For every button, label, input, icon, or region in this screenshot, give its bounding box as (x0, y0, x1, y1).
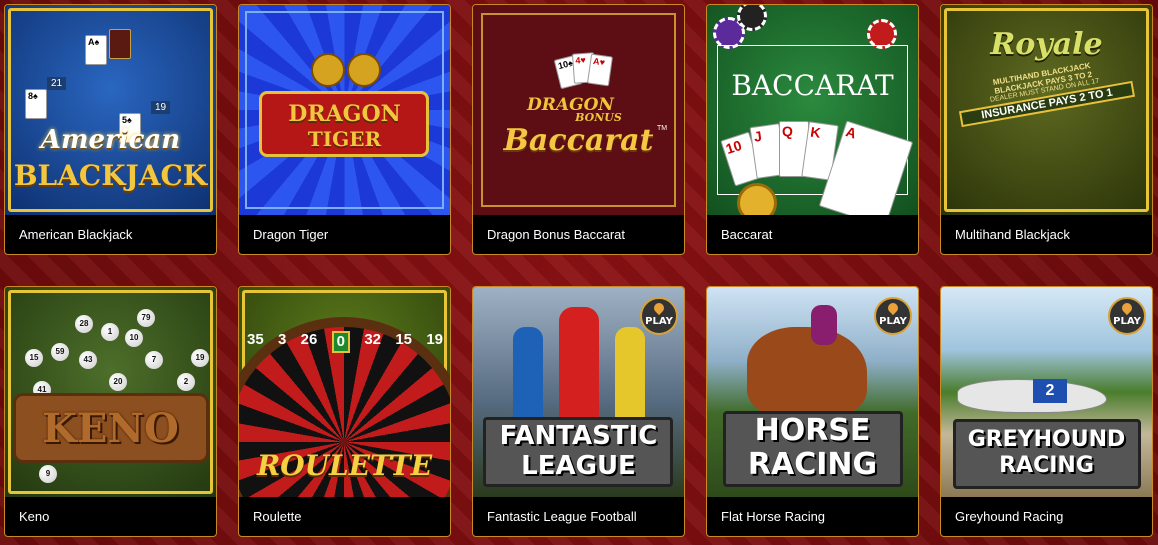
game-title[interactable]: Dragon Bonus Baccarat (473, 215, 684, 254)
keno-ball-icon: 1 (101, 323, 119, 341)
game-card-dragon-tiger[interactable]: DRAGON TIGER Dragon Tiger (238, 4, 451, 255)
card-icon: A♠ (85, 35, 107, 65)
keno-ball-icon: 59 (51, 343, 69, 361)
game-logo-line: RACING (747, 447, 878, 482)
wheel-number: 32 (364, 331, 381, 348)
game-logo-line: HORSE (754, 413, 871, 448)
game-card-flat-horse-racing[interactable]: PLAY HORSE RACING Flat Horse Racing (706, 286, 919, 537)
game-card-baccarat[interactable]: BACCARAT 10 J Q K A Baccarat (706, 4, 919, 255)
jockey-icon (811, 305, 837, 345)
keno-ball-icon: 43 (79, 351, 97, 369)
game-thumbnail[interactable]: PLAY 2 GREYHOUND RACING (941, 287, 1152, 497)
game-title[interactable]: Fantastic League Football (473, 497, 684, 536)
play-badge-icon: PLAY (1108, 297, 1146, 335)
keno-ball-icon: 7 (145, 351, 163, 369)
wheel-number-strip: 35 3 26 0 32 15 19 (247, 331, 443, 353)
keno-ball-icon: 79 (137, 309, 155, 327)
game-logo-line: BACCARAT (731, 69, 894, 102)
wheel-number: 0 (331, 331, 350, 353)
game-card-keno[interactable]: 28 1 10 79 15 59 43 19 2 7 41 20 9 KENO … (4, 286, 217, 537)
game-thumbnail[interactable]: DRAGON TIGER (239, 5, 450, 215)
game-thumbnail[interactable]: PLAY HORSE RACING (707, 287, 918, 497)
keno-ball-icon: 9 (39, 465, 57, 483)
card-back-icon (109, 29, 131, 59)
wheel-number: 15 (395, 331, 412, 348)
game-thumbnail[interactable]: Royale MULTIHAND BLACKJACK BLACKJACK PAY… (941, 5, 1152, 215)
card-icon: 8♠ (25, 89, 47, 119)
game-thumbnail[interactable]: 10♠ 4♥ A♥ DRAGON BONUS Baccarat TM (473, 5, 684, 215)
trademark-text: TM (657, 125, 668, 132)
game-logo-line: DRAGON (288, 101, 401, 127)
chip-icon (737, 5, 767, 31)
wheel-number: 35 (247, 331, 264, 348)
game-card-dragon-bonus-baccarat[interactable]: 10♠ 4♥ A♥ DRAGON BONUS Baccarat TM Drago… (472, 4, 685, 255)
game-logo-line: BLACKJACK (13, 159, 208, 192)
game-card-roulette[interactable]: 35 3 26 0 32 15 19 ROULETTE Roulette (238, 286, 451, 537)
game-logo-line: Baccarat (503, 123, 654, 158)
keno-ball-icon: 10 (125, 329, 143, 347)
greyhound-icon (957, 379, 1107, 413)
player-figure (513, 327, 543, 427)
game-title[interactable]: Multihand Blackjack (941, 215, 1152, 254)
wheel-number: 26 (300, 331, 318, 348)
game-thumbnail[interactable]: 28 1 10 79 15 59 43 19 2 7 41 20 9 KENO (5, 287, 216, 497)
game-thumbnail[interactable]: 35 3 26 0 32 15 19 ROULETTE (239, 287, 450, 497)
keno-ball-icon: 2 (177, 373, 195, 391)
table-number: 19 (151, 101, 171, 114)
game-title[interactable]: American Blackjack (5, 215, 216, 254)
game-title[interactable]: Greyhound Racing (941, 497, 1152, 536)
game-card-fantastic-league-football[interactable]: PLAY FANTASTIC LEAGUE Fantastic League F… (472, 286, 685, 537)
card-icon: A♥ (587, 53, 613, 87)
game-title[interactable]: Roulette (239, 497, 450, 536)
game-logo-line: KENO (42, 405, 179, 452)
player-figure (559, 307, 599, 427)
game-logo-line: GREYHOUND (967, 427, 1126, 452)
gold-coin-icon (737, 183, 777, 215)
game-logo-line: ROULETTE (256, 449, 433, 482)
game-logo-line: American (40, 125, 181, 155)
game-logo-line: RACING (999, 453, 1094, 478)
play-badge-icon: PLAY (874, 297, 912, 335)
game-logo-line: FANTASTIC (499, 421, 658, 451)
wheel-number: 19 (426, 331, 443, 348)
keno-ball-icon: 28 (75, 315, 93, 333)
game-card-greyhound-racing[interactable]: PLAY 2 GREYHOUND RACING Greyhound Racing (940, 286, 1153, 537)
tiger-icon (347, 53, 381, 87)
play-badge-icon: PLAY (640, 297, 678, 335)
game-thumbnail[interactable]: BACCARAT 10 J Q K A (707, 5, 918, 215)
table-number: 21 (47, 77, 67, 90)
game-thumbnail[interactable]: A♠ 21 19 8♠ 5♠ American BLACKJACK (5, 5, 216, 215)
game-title[interactable]: Baccarat (707, 215, 918, 254)
game-thumbnail[interactable]: PLAY FANTASTIC LEAGUE (473, 287, 684, 497)
horse-icon (747, 327, 867, 417)
game-card-multihand-blackjack[interactable]: Royale MULTIHAND BLACKJACK BLACKJACK PAY… (940, 4, 1153, 255)
game-card-american-blackjack[interactable]: A♠ 21 19 8♠ 5♠ American BLACKJACK Americ… (4, 4, 217, 255)
dragon-icon (311, 53, 345, 87)
game-title[interactable]: Dragon Tiger (239, 215, 450, 254)
racing-bib: 2 (1033, 379, 1067, 403)
game-logo-line: LEAGUE (521, 451, 636, 481)
keno-ball-icon: 19 (191, 349, 209, 367)
wheel-number: 3 (278, 331, 287, 348)
game-title[interactable]: Flat Horse Racing (707, 497, 918, 536)
keno-ball-icon: 20 (109, 373, 127, 391)
game-logo-line: TIGER (307, 127, 382, 151)
keno-ball-icon: 15 (25, 349, 43, 367)
game-title[interactable]: Keno (5, 497, 216, 536)
player-figure (615, 327, 645, 427)
